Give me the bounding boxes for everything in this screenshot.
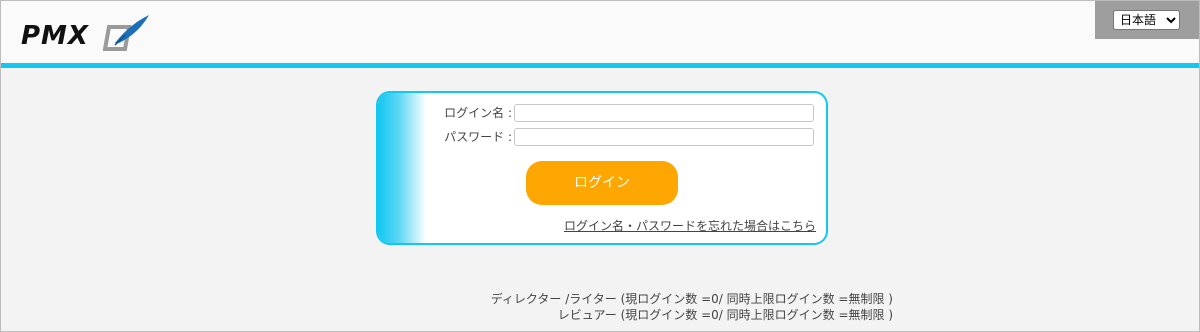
page: PMX 日本語 ログイン名 : パスワード : ログイン ログイン名・パスワード…: [0, 0, 1200, 332]
login-button[interactable]: ログイン: [526, 161, 678, 205]
header-divider: [1, 63, 1199, 68]
forgot-credentials-link[interactable]: ログイン名・パスワードを忘れた場合はこちら: [564, 217, 816, 234]
quill-icon: [103, 15, 149, 51]
language-area: 日本語: [1095, 1, 1199, 39]
director-writer-status: ディレクター /ライター (現ログイン数 =0/ 同時上限ログイン数 =無制限 …: [490, 292, 893, 306]
login-status: ディレクター /ライター (現ログイン数 =0/ 同時上限ログイン数 =無制限 …: [491, 291, 893, 323]
password-label: パスワード :: [444, 130, 512, 144]
language-select[interactable]: 日本語: [1113, 10, 1180, 30]
logo-text: PMX: [21, 21, 89, 51]
header: PMX 日本語: [1, 1, 1199, 63]
pmx-logo[interactable]: PMX: [21, 13, 161, 57]
username-input[interactable]: [514, 104, 814, 122]
login-panel: ログイン名 : パスワード : ログイン ログイン名・パスワードを忘れた場合はこ…: [376, 91, 828, 245]
password-input[interactable]: [514, 128, 814, 146]
reviewer-status: レビュアー (現ログイン数 =0/ 同時上限ログイン数 =無制限 ): [557, 308, 893, 322]
username-label: ログイン名 :: [444, 106, 512, 120]
